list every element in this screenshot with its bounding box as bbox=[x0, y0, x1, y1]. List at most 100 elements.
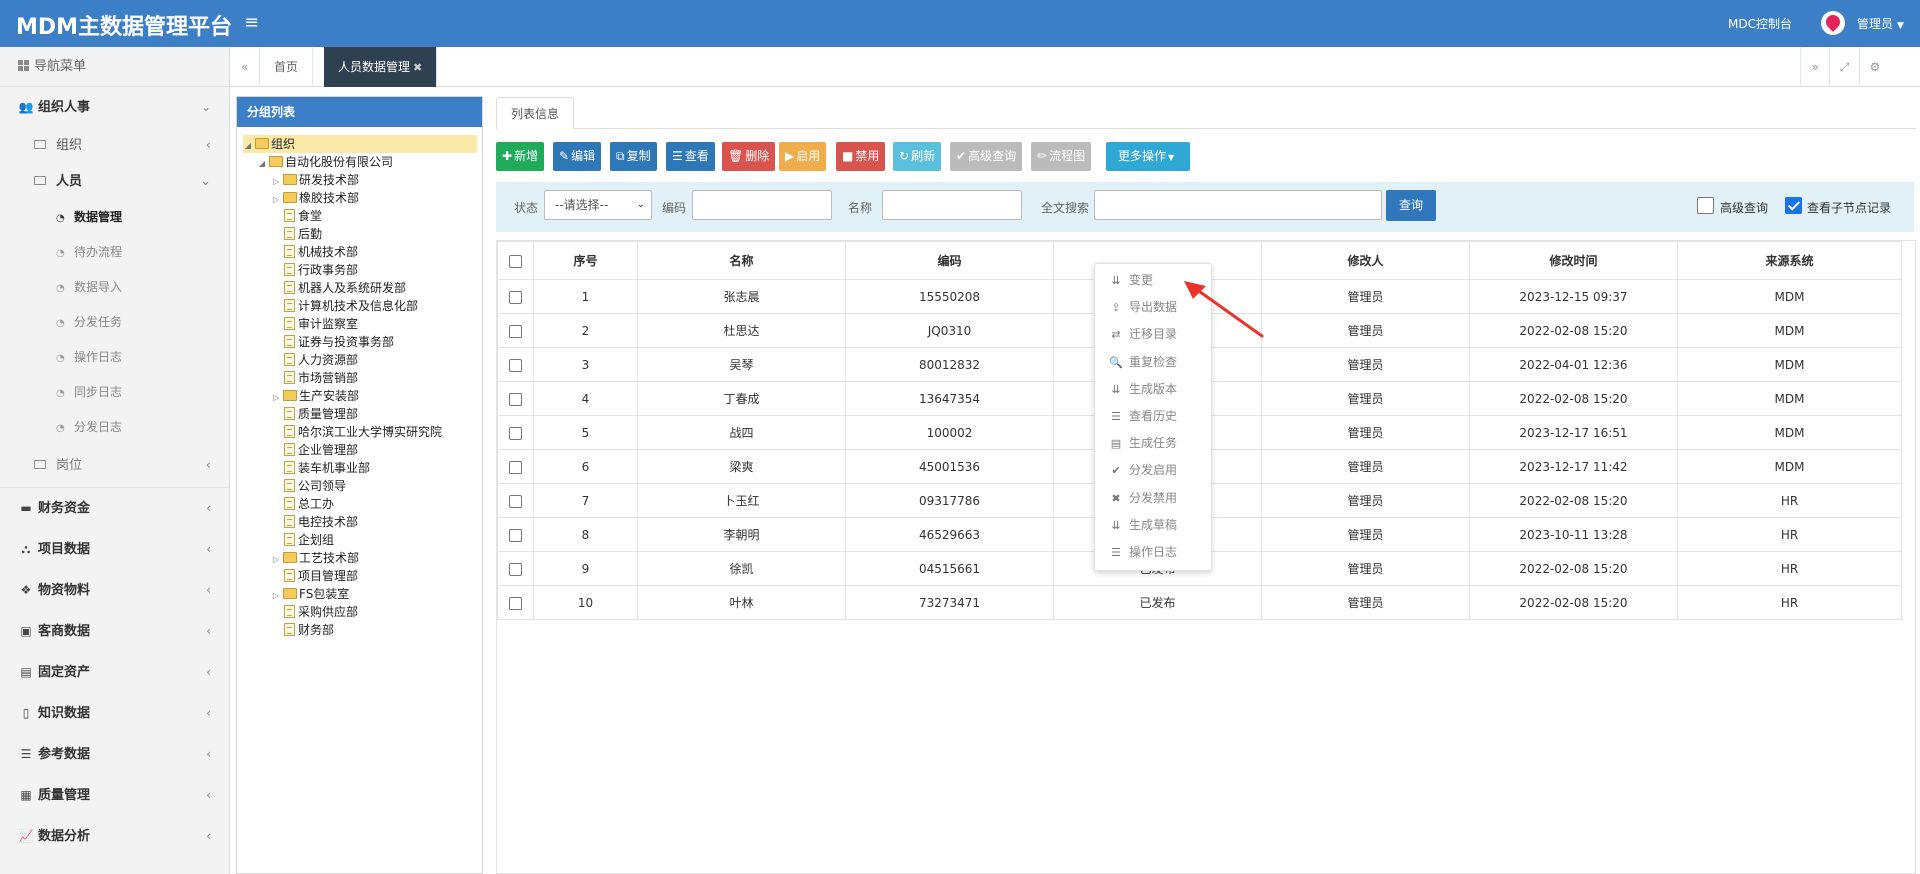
sidebar-group-material[interactable]: ❖ 物资物料 ‹ bbox=[0, 570, 229, 611]
fulltext-input[interactable] bbox=[1094, 190, 1382, 220]
sidebar-group-knowledge[interactable]: ▯ 知识数据 ‹ bbox=[0, 693, 229, 734]
col-header-name[interactable]: 名称 bbox=[637, 241, 846, 280]
view-button[interactable]: ☰ 查看 bbox=[666, 142, 715, 171]
tree-node[interactable]: ▷ FS包装室 bbox=[243, 585, 477, 603]
menu-item-generate-version[interactable]: ⇊ 生成版本 bbox=[1095, 376, 1213, 403]
select-all-checkbox[interactable] bbox=[509, 254, 522, 268]
edit-button[interactable]: ✎ 编辑 bbox=[553, 142, 602, 171]
row-checkbox[interactable] bbox=[509, 426, 522, 440]
sidebar-item-operation-log[interactable]: ◔ 操作日志 bbox=[0, 340, 229, 375]
mdc-console-link[interactable]: MDC控制台 bbox=[1728, 15, 1792, 32]
menu-item-distribution-enable[interactable]: ✔ 分发启用 bbox=[1095, 457, 1213, 484]
tree-node[interactable]: 机器人及系统研发部 bbox=[243, 279, 477, 297]
tree-node[interactable]: 行政事务部 bbox=[243, 261, 477, 279]
tree-node[interactable]: 人力资源部 bbox=[243, 351, 477, 369]
tree-node[interactable]: 后勤 bbox=[243, 225, 477, 243]
row-checkbox[interactable] bbox=[509, 358, 522, 372]
menu-item-generate-draft[interactable]: ⇊ 生成草稿 bbox=[1095, 512, 1213, 539]
sidebar-group-customer[interactable]: ▣ 客商数据 ‹ bbox=[0, 611, 229, 652]
tree-node[interactable]: 采购供应部 bbox=[243, 603, 477, 621]
tree-node[interactable]: 财务部 bbox=[243, 621, 477, 639]
tab-list-info[interactable]: 列表信息 bbox=[496, 97, 575, 130]
sidebar-item-data-import[interactable]: ◔ 数据导入 bbox=[0, 270, 229, 305]
col-header-source-system[interactable]: 来源系统 bbox=[1677, 241, 1902, 280]
status-select[interactable]: --请选择-- ⌄ bbox=[544, 190, 652, 220]
menu-item-duplicate-check[interactable]: 🔍 重复检查 bbox=[1095, 349, 1213, 376]
avatar[interactable] bbox=[1821, 11, 1845, 35]
tree-node[interactable]: ▷ 生产安装部 bbox=[243, 387, 477, 405]
query-button[interactable]: 查询 bbox=[1386, 190, 1436, 221]
flowchart-button[interactable]: ✏ 流程图 bbox=[1031, 142, 1092, 171]
sidebar-group-project[interactable]: ⛬ 项目数据 ‹ bbox=[0, 529, 229, 570]
tab-scroll-right-icon[interactable]: » bbox=[1800, 47, 1830, 87]
menu-toggle-icon[interactable]: ≡ bbox=[244, 12, 259, 33]
row-checkbox[interactable] bbox=[509, 562, 522, 576]
sidebar-group-reference[interactable]: ☰ 参考数据 ‹ bbox=[0, 734, 229, 775]
col-header-modifier[interactable]: 修改人 bbox=[1261, 241, 1470, 280]
row-checkbox[interactable] bbox=[509, 290, 522, 304]
tree-node-company[interactable]: ◢ 自动化股份有限公司 bbox=[243, 153, 477, 171]
tree-node-root[interactable]: ◢ 组织 bbox=[243, 135, 477, 153]
sidebar-sub-person[interactable]: 人员 ⌄ bbox=[0, 164, 229, 200]
tree-node[interactable]: 装车机事业部 bbox=[243, 459, 477, 477]
tree-node[interactable]: 总工办 bbox=[243, 495, 477, 513]
tree-node[interactable]: 哈尔滨工业大学博实研究院 bbox=[243, 423, 477, 441]
tree-node[interactable]: 机械技术部 bbox=[243, 243, 477, 261]
sidebar-item-distribution-task[interactable]: ◔ 分发任务 bbox=[0, 305, 229, 340]
tree-node[interactable]: 电控技术部 bbox=[243, 513, 477, 531]
tree-node[interactable]: ▷ 工艺技术部 bbox=[243, 549, 477, 567]
sidebar-group-quality[interactable]: ▦ 质量管理 ‹ bbox=[0, 775, 229, 816]
advanced-query-checkbox[interactable] bbox=[1697, 197, 1714, 214]
view-child-records-checkbox[interactable] bbox=[1785, 197, 1802, 214]
code-input[interactable] bbox=[692, 190, 832, 220]
sidebar-item-data-management[interactable]: ◔ 数据管理 bbox=[0, 200, 229, 235]
col-header-index[interactable]: 序号 bbox=[533, 241, 638, 280]
tree-node[interactable]: 企业管理部 bbox=[243, 441, 477, 459]
sidebar-item-pending-flow[interactable]: ◔ 待办流程 bbox=[0, 235, 229, 270]
sidebar-item-distribution-log[interactable]: ◔ 分发日志 bbox=[0, 410, 229, 445]
col-header-modified-time[interactable]: 修改时间 bbox=[1469, 241, 1678, 280]
delete-button[interactable]: 🗑 删除 bbox=[722, 142, 776, 171]
sidebar-item-sync-log[interactable]: ◔ 同步日志 bbox=[0, 375, 229, 410]
tab-person-data-management[interactable]: 人员数据管理 ✖ bbox=[324, 47, 438, 87]
row-checkbox[interactable] bbox=[509, 460, 522, 474]
copy-button[interactable]: ⧉ 复制 bbox=[610, 142, 657, 171]
menu-item-view-history[interactable]: ☰ 查看历史 bbox=[1095, 403, 1213, 430]
fullscreen-icon[interactable]: ⤢ bbox=[1830, 47, 1860, 87]
disable-button[interactable]: ■ 禁用 bbox=[836, 142, 886, 171]
menu-item-generate-task[interactable]: ▤ 生成任务 bbox=[1095, 430, 1213, 457]
user-menu[interactable]: 管理员 ▼ bbox=[1857, 15, 1904, 32]
gear-icon[interactable]: ⚙ bbox=[1860, 47, 1890, 87]
tree-node[interactable]: 公司领导 bbox=[243, 477, 477, 495]
close-icon[interactable]: ✖ bbox=[413, 61, 422, 74]
enable-button[interactable]: ▶ 启用 bbox=[779, 142, 827, 171]
col-header-code[interactable]: 编码 bbox=[845, 241, 1054, 280]
tree-node[interactable]: 市场营销部 bbox=[243, 369, 477, 387]
sidebar-sub-org[interactable]: 组织 ‹ bbox=[0, 128, 229, 164]
sidebar-group-org-hr[interactable]: 👥 组织人事 ⌄ bbox=[0, 87, 229, 128]
sidebar-group-fixed-assets[interactable]: ▤ 固定资产 ‹ bbox=[0, 652, 229, 693]
refresh-button[interactable]: ↻ 刷新 bbox=[893, 142, 942, 171]
name-input[interactable] bbox=[882, 190, 1022, 220]
tree-node[interactable]: 项目管理部 bbox=[243, 567, 477, 585]
tree-node[interactable]: ▷ 研发技术部 bbox=[243, 171, 477, 189]
tab-scroll-left-icon[interactable]: « bbox=[230, 47, 260, 87]
row-checkbox[interactable] bbox=[509, 596, 522, 610]
tree-node[interactable]: 审计监察室 bbox=[243, 315, 477, 333]
tree-node[interactable]: 企划组 bbox=[243, 531, 477, 549]
advanced-query-button[interactable]: ✔ 高级查询 bbox=[950, 142, 1023, 171]
tab-home[interactable]: 首页 bbox=[260, 47, 314, 87]
row-checkbox[interactable] bbox=[509, 392, 522, 406]
sidebar-sub-post[interactable]: 岗位 ‹ bbox=[0, 445, 229, 487]
menu-item-distribution-disable[interactable]: ✖ 分发禁用 bbox=[1095, 485, 1213, 512]
tree-node[interactable]: 证券与投资事务部 bbox=[243, 333, 477, 351]
row-checkbox[interactable] bbox=[509, 324, 522, 338]
tree-node[interactable]: ▷ 橡胶技术部 bbox=[243, 189, 477, 207]
tree-node[interactable]: 质量管理部 bbox=[243, 405, 477, 423]
sidebar-group-finance[interactable]: ▬ 财务资金 ‹ bbox=[0, 488, 229, 529]
tree-node[interactable]: 计算机技术及信息化部 bbox=[243, 297, 477, 315]
add-button[interactable]: ✚ 新增 bbox=[496, 142, 545, 171]
menu-item-operation-log[interactable]: ☰ 操作日志 bbox=[1095, 539, 1213, 566]
row-checkbox[interactable] bbox=[509, 494, 522, 508]
sidebar-group-analysis[interactable]: 📈 数据分析 ‹ bbox=[0, 816, 229, 857]
